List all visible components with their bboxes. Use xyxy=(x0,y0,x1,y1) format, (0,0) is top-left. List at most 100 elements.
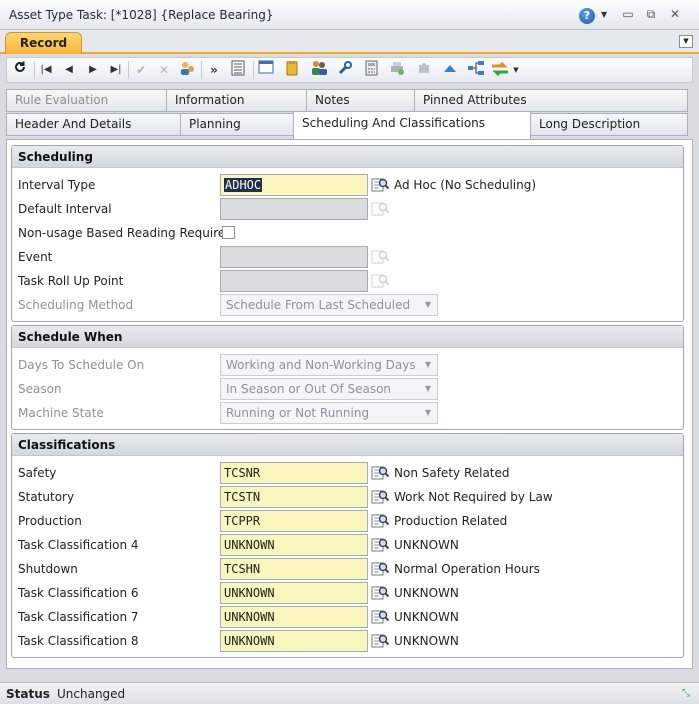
classification-label: Task Classification 4 xyxy=(18,538,139,552)
task-roll-up-point-field[interactable] xyxy=(220,270,368,292)
puzzle-icon[interactable] xyxy=(414,60,434,80)
chevron-down-icon: ▼ xyxy=(424,408,431,417)
list-icon[interactable] xyxy=(228,60,248,80)
calculator-icon[interactable] xyxy=(361,60,381,80)
status-value: Unchanged xyxy=(57,687,126,701)
event-row: Event xyxy=(12,245,683,269)
sync-dropdown-icon[interactable]: ▼ xyxy=(510,60,522,80)
people-icon[interactable] xyxy=(309,60,329,80)
record-tab-strip: Record ▼ xyxy=(0,30,699,54)
classification-description: UNKNOWN xyxy=(394,634,459,648)
default-interval-row: Default Interval xyxy=(12,197,683,221)
season-select[interactable]: In Season or Out Of Season ▼ xyxy=(220,378,438,400)
cancel-icon[interactable]: ✕ xyxy=(154,60,174,80)
lookup-icon[interactable] xyxy=(371,464,389,481)
tab-scheduling-and-classifications[interactable]: Scheduling And Classifications xyxy=(293,111,531,140)
status-bar: Status Unchanged ⤡ xyxy=(0,682,699,704)
help-dropdown-icon[interactable]: ▼ xyxy=(601,10,607,19)
task-classification-7-field[interactable]: UNKNOWN xyxy=(220,606,368,628)
record-toolbar: |◀ ◀ ▶ ▶| ✔ ✕ » ▼ xyxy=(6,57,693,83)
tab-long-description[interactable]: Long Description xyxy=(530,113,688,136)
days-to-schedule-on-select[interactable]: Working and Non-Working Days ▼ xyxy=(220,354,438,376)
lookup-icon[interactable] xyxy=(371,608,389,625)
tab-information[interactable]: Information xyxy=(166,89,307,112)
classifications-section: Classifications Safety TCSNR Non Safety … xyxy=(11,433,684,658)
window-icon[interactable] xyxy=(256,60,276,80)
print-icon[interactable] xyxy=(387,60,407,80)
interval-type-field[interactable]: ADHOC xyxy=(220,174,368,196)
classification-description: Production Related xyxy=(394,514,508,528)
scheduling-method-label: Scheduling Method xyxy=(18,298,134,312)
minimize-icon[interactable]: ▭ xyxy=(620,6,636,22)
classification-label: Task Classification 6 xyxy=(18,586,139,600)
scheduling-header: Scheduling xyxy=(12,146,683,168)
machine-state-row: Machine State Running or Not Running ▼ xyxy=(12,401,683,425)
users-icon[interactable] xyxy=(177,60,197,80)
lookup-icon[interactable] xyxy=(371,584,389,601)
shutdown-field[interactable]: TCSHN xyxy=(220,558,368,580)
lookup-icon[interactable] xyxy=(371,536,389,553)
default-interval-label: Default Interval xyxy=(18,202,112,216)
next-record-icon[interactable]: ▶ xyxy=(83,60,103,80)
scheduling-method-value: Schedule From Last Scheduled xyxy=(226,298,411,312)
restore-icon[interactable]: ⧉ xyxy=(643,6,659,22)
tab-planning[interactable]: Planning xyxy=(180,113,294,136)
title-bar: Asset Type Task: [*1028] {Replace Bearin… xyxy=(0,0,699,30)
classification-label: Statutory xyxy=(18,490,75,504)
scheduling-method-select[interactable]: Schedule From Last Scheduled ▼ xyxy=(220,294,438,316)
close-icon[interactable]: ✕ xyxy=(667,6,683,22)
help-icon[interactable]: ? xyxy=(579,8,595,24)
classification-description: UNKNOWN xyxy=(394,586,459,600)
classification-row: Safety TCSNR Non Safety Related xyxy=(12,461,683,485)
more-icon[interactable]: » xyxy=(204,60,224,80)
lookup-icon xyxy=(371,202,389,216)
last-record-icon[interactable]: ▶| xyxy=(106,60,126,80)
task-classification-8-field[interactable]: UNKNOWN xyxy=(220,630,368,652)
lookup-icon[interactable] xyxy=(371,176,389,193)
resize-grip-icon[interactable]: ⤡ xyxy=(678,686,694,702)
non-usage-label: Non-usage Based Reading Required xyxy=(18,226,233,240)
classifications-header: Classifications xyxy=(12,434,683,456)
classification-row: Statutory TCSTN Work Not Required by Law xyxy=(12,485,683,509)
schedule-when-section: Schedule When Days To Schedule On Workin… xyxy=(11,325,684,430)
classification-description: Normal Operation Hours xyxy=(394,562,540,576)
task-classification-6-field[interactable]: UNKNOWN xyxy=(220,582,368,604)
statutory-field[interactable]: TCSTN xyxy=(220,486,368,508)
refresh-icon[interactable] xyxy=(10,60,30,80)
tab-header-and-details[interactable]: Header And Details xyxy=(6,113,181,136)
default-interval-field[interactable] xyxy=(220,198,368,220)
safety-field[interactable]: TCSNR xyxy=(220,462,368,484)
machine-state-select[interactable]: Running or Not Running ▼ xyxy=(220,402,438,424)
up-icon[interactable] xyxy=(440,60,460,80)
previous-record-icon[interactable]: ◀ xyxy=(59,60,79,80)
event-field[interactable] xyxy=(220,246,368,268)
classification-row: Task Classification 4 UNKNOWN UNKNOWN xyxy=(12,533,683,557)
status-label: Status xyxy=(6,687,50,701)
lookup-icon[interactable] xyxy=(371,488,389,505)
lookup-icon[interactable] xyxy=(371,632,389,649)
interval-type-description: Ad Hoc (No Scheduling) xyxy=(394,178,537,192)
tab-notes[interactable]: Notes xyxy=(306,89,415,112)
tab-rule-evaluation[interactable]: Rule Evaluation xyxy=(6,89,167,112)
classification-row: Shutdown TCSHN Normal Operation Hours xyxy=(12,557,683,581)
sync-icon[interactable] xyxy=(490,60,510,80)
lookup-icon xyxy=(371,274,389,288)
classification-description: Non Safety Related xyxy=(394,466,510,480)
hierarchy-icon[interactable] xyxy=(466,60,486,80)
wrench-icon[interactable] xyxy=(335,60,355,80)
classification-row: Task Classification 8 UNKNOWN UNKNOWN xyxy=(12,629,683,653)
classification-label: Shutdown xyxy=(18,562,78,576)
task-classification-4-field[interactable]: UNKNOWN xyxy=(220,534,368,556)
record-tab[interactable]: Record xyxy=(5,32,82,54)
tab-strip-dropdown-icon[interactable]: ▼ xyxy=(679,35,693,48)
package-icon[interactable] xyxy=(282,60,302,80)
save-icon[interactable]: ✔ xyxy=(131,60,151,80)
non-usage-checkbox[interactable] xyxy=(222,226,235,239)
tab-pinned-attributes[interactable]: Pinned Attributes xyxy=(414,89,688,112)
chevron-down-icon: ▼ xyxy=(424,360,431,369)
lookup-icon[interactable] xyxy=(371,560,389,577)
production-field[interactable]: TCPPR xyxy=(220,510,368,532)
lookup-icon[interactable] xyxy=(371,512,389,529)
first-record-icon[interactable]: |◀ xyxy=(36,60,56,80)
classification-description: UNKNOWN xyxy=(394,538,459,552)
